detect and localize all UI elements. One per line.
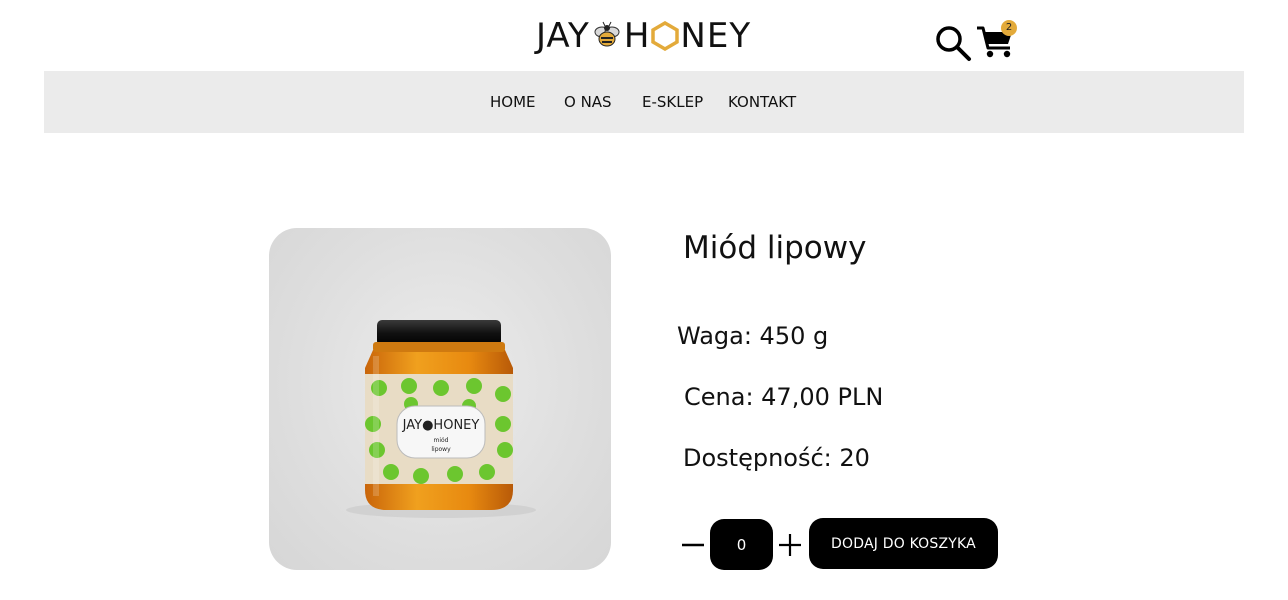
cart-count-badge: 2 [1001, 20, 1017, 36]
product-title: Miód lipowy [683, 230, 867, 266]
nav-item-e-sklep[interactable]: E-SKLEP [642, 71, 703, 133]
product-weight: Waga: 450 g [677, 322, 829, 350]
logo[interactable]: JAY H NEY [536, 14, 751, 58]
search-icon[interactable] [934, 24, 972, 62]
logo-letter-h: H [623, 16, 651, 56]
label-line-1: miód [434, 437, 449, 444]
product-availability: Dostępność: 20 [683, 444, 870, 472]
quantity-input[interactable] [710, 519, 773, 570]
product-image: JAY●HONEY miód lipowy [269, 228, 611, 570]
logo-text-left: JAY [536, 16, 590, 56]
nav-item-o-nas[interactable]: O NAS [564, 71, 612, 133]
plus-icon[interactable] [777, 532, 803, 558]
honey-jar-illustration: JAY●HONEY miód lipowy [346, 320, 536, 518]
main-nav: HOME O NAS E-SKLEP KONTAKT [44, 71, 1244, 133]
label-line-2: lipowy [431, 446, 451, 453]
logo-text-right: NEY [680, 16, 752, 56]
nav-item-home[interactable]: HOME [490, 71, 536, 133]
hexagon-icon [651, 21, 680, 51]
label-brand: JAY●HONEY [402, 418, 480, 433]
nav-item-kontakt[interactable]: KONTAKT [728, 71, 796, 133]
add-to-cart-button[interactable]: DODAJ DO KOSZYKA [809, 518, 998, 569]
product-price: Cena: 47,00 PLN [684, 383, 884, 411]
bee-icon [594, 21, 620, 47]
minus-icon[interactable] [680, 532, 706, 558]
